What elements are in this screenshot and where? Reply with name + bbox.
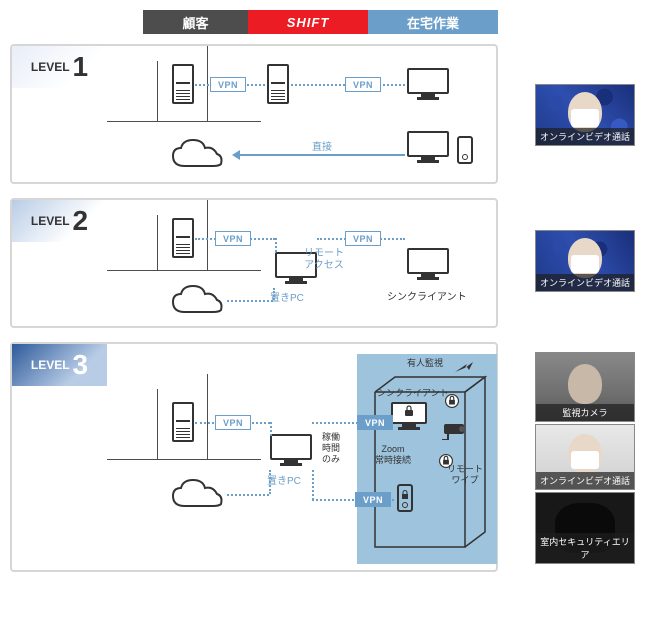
cloud-icon	[167, 136, 227, 172]
label-remote-wipe: リモート ワイプ	[447, 464, 483, 486]
connector	[270, 422, 272, 436]
thumb-caption: オンラインビデオ通話	[536, 274, 634, 291]
level-prefix: LEVEL	[31, 358, 70, 372]
label-manned: 有人監視	[407, 356, 443, 369]
monitor-icon	[407, 68, 449, 102]
phone-icon	[457, 136, 473, 164]
thumb-caption: 監視カメラ	[536, 404, 634, 421]
ground-line	[107, 121, 261, 122]
thumb-caption: オンラインビデオ通話	[536, 472, 634, 489]
thumb-caption: 室内セキュリティエリア	[536, 533, 634, 563]
lock-icon	[445, 394, 459, 408]
lock-icon	[400, 489, 410, 499]
server-icon	[172, 402, 194, 442]
vpn-pill: VPN	[215, 231, 251, 246]
divider	[157, 389, 158, 459]
monitor-icon	[407, 131, 449, 165]
thumb-surv-cam: 監視カメラ	[535, 352, 635, 422]
level2-badge: LEVEL 2	[12, 200, 107, 242]
server-icon	[267, 64, 289, 104]
panel-level3: LEVEL 3 VPN 置きPC VPN 稼働 時間 のみ 有人監視 シンクライ…	[10, 342, 498, 572]
vpn-pill: VPN	[355, 492, 391, 507]
label-thin-client: シンクライアント	[387, 288, 467, 303]
monitor-icon	[407, 248, 449, 282]
thumb-level2: オンラインビデオ通話	[535, 230, 635, 292]
vpn-pill: VPN	[345, 77, 381, 92]
level-number: 3	[73, 349, 89, 381]
connector	[269, 470, 271, 494]
arrow-icon	[455, 362, 473, 376]
level1-content: VPN VPN 直接	[107, 46, 496, 182]
thumb-level1: オンラインビデオ通話	[535, 84, 635, 146]
header-customer: 顧客	[143, 10, 248, 34]
divider	[157, 61, 158, 121]
header-home: 在宅作業	[368, 10, 498, 34]
thumb-online-video: オンラインビデオ通話	[535, 424, 635, 490]
level2-content: VPN 置きPC VPN リモート アクセス シンクライアント	[107, 200, 496, 326]
ground-line	[107, 459, 261, 460]
divider	[207, 374, 208, 459]
label-okipc: 置きPC	[270, 289, 304, 304]
thumb-sec-area: 室内セキュリティエリア	[535, 492, 635, 564]
connector	[227, 300, 273, 302]
connector	[227, 494, 269, 496]
cloud-icon	[167, 476, 227, 512]
label-direct: 直接	[312, 138, 332, 153]
header-shift: SHIFT	[248, 10, 368, 34]
camera-icon	[442, 422, 472, 440]
connector	[273, 288, 275, 300]
phone-lock-icon	[397, 484, 413, 512]
label-zoom: Zoom 常時接続	[375, 444, 411, 466]
level-number: 2	[73, 205, 89, 237]
level3-badge: LEVEL 3	[12, 344, 107, 386]
monitor-icon	[270, 434, 312, 468]
arrow-direct	[235, 154, 405, 156]
vpn-pill: VPN	[210, 77, 246, 92]
thumb-online-video: オンラインビデオ通話	[535, 84, 635, 146]
thumb-caption: オンラインビデオ通話	[536, 128, 634, 145]
vpn-pill: VPN	[215, 415, 251, 430]
server-icon	[172, 218, 194, 258]
thumbs-level3: 監視カメラ オンラインビデオ通話 室内セキュリティエリア	[535, 352, 635, 564]
divider	[157, 215, 158, 270]
panel-level1: LEVEL 1 VPN VPN 直接	[10, 44, 498, 184]
label-working-hours: 稼働 時間 のみ	[322, 432, 340, 464]
panel-level2: LEVEL 2 VPN 置きPC VPN リモート アクセス シンクライアント	[10, 198, 498, 328]
vpn-pill: VPN	[357, 415, 393, 430]
divider	[207, 200, 208, 270]
ground-line	[107, 270, 261, 271]
level-prefix: LEVEL	[31, 214, 70, 228]
connector	[312, 470, 314, 500]
lock-icon	[403, 405, 415, 417]
thumb-online-video: オンラインビデオ通話	[535, 230, 635, 292]
level1-badge: LEVEL 1	[12, 46, 107, 88]
column-headers: 顧客 SHIFT 在宅作業	[143, 10, 498, 34]
level3-content: VPN 置きPC VPN 稼働 時間 のみ 有人監視 シンクライアント Zoom…	[107, 344, 496, 570]
label-remote-access: リモート アクセス	[304, 248, 344, 272]
monitor-lock-icon	[391, 402, 427, 432]
label-okipc: 置きPC	[267, 472, 301, 487]
level-prefix: LEVEL	[31, 60, 70, 74]
label-thin-client: シンクライアント	[377, 386, 449, 399]
level-number: 1	[73, 51, 89, 83]
server-icon	[172, 64, 194, 104]
cloud-icon	[167, 282, 227, 318]
vpn-pill: VPN	[345, 231, 381, 246]
